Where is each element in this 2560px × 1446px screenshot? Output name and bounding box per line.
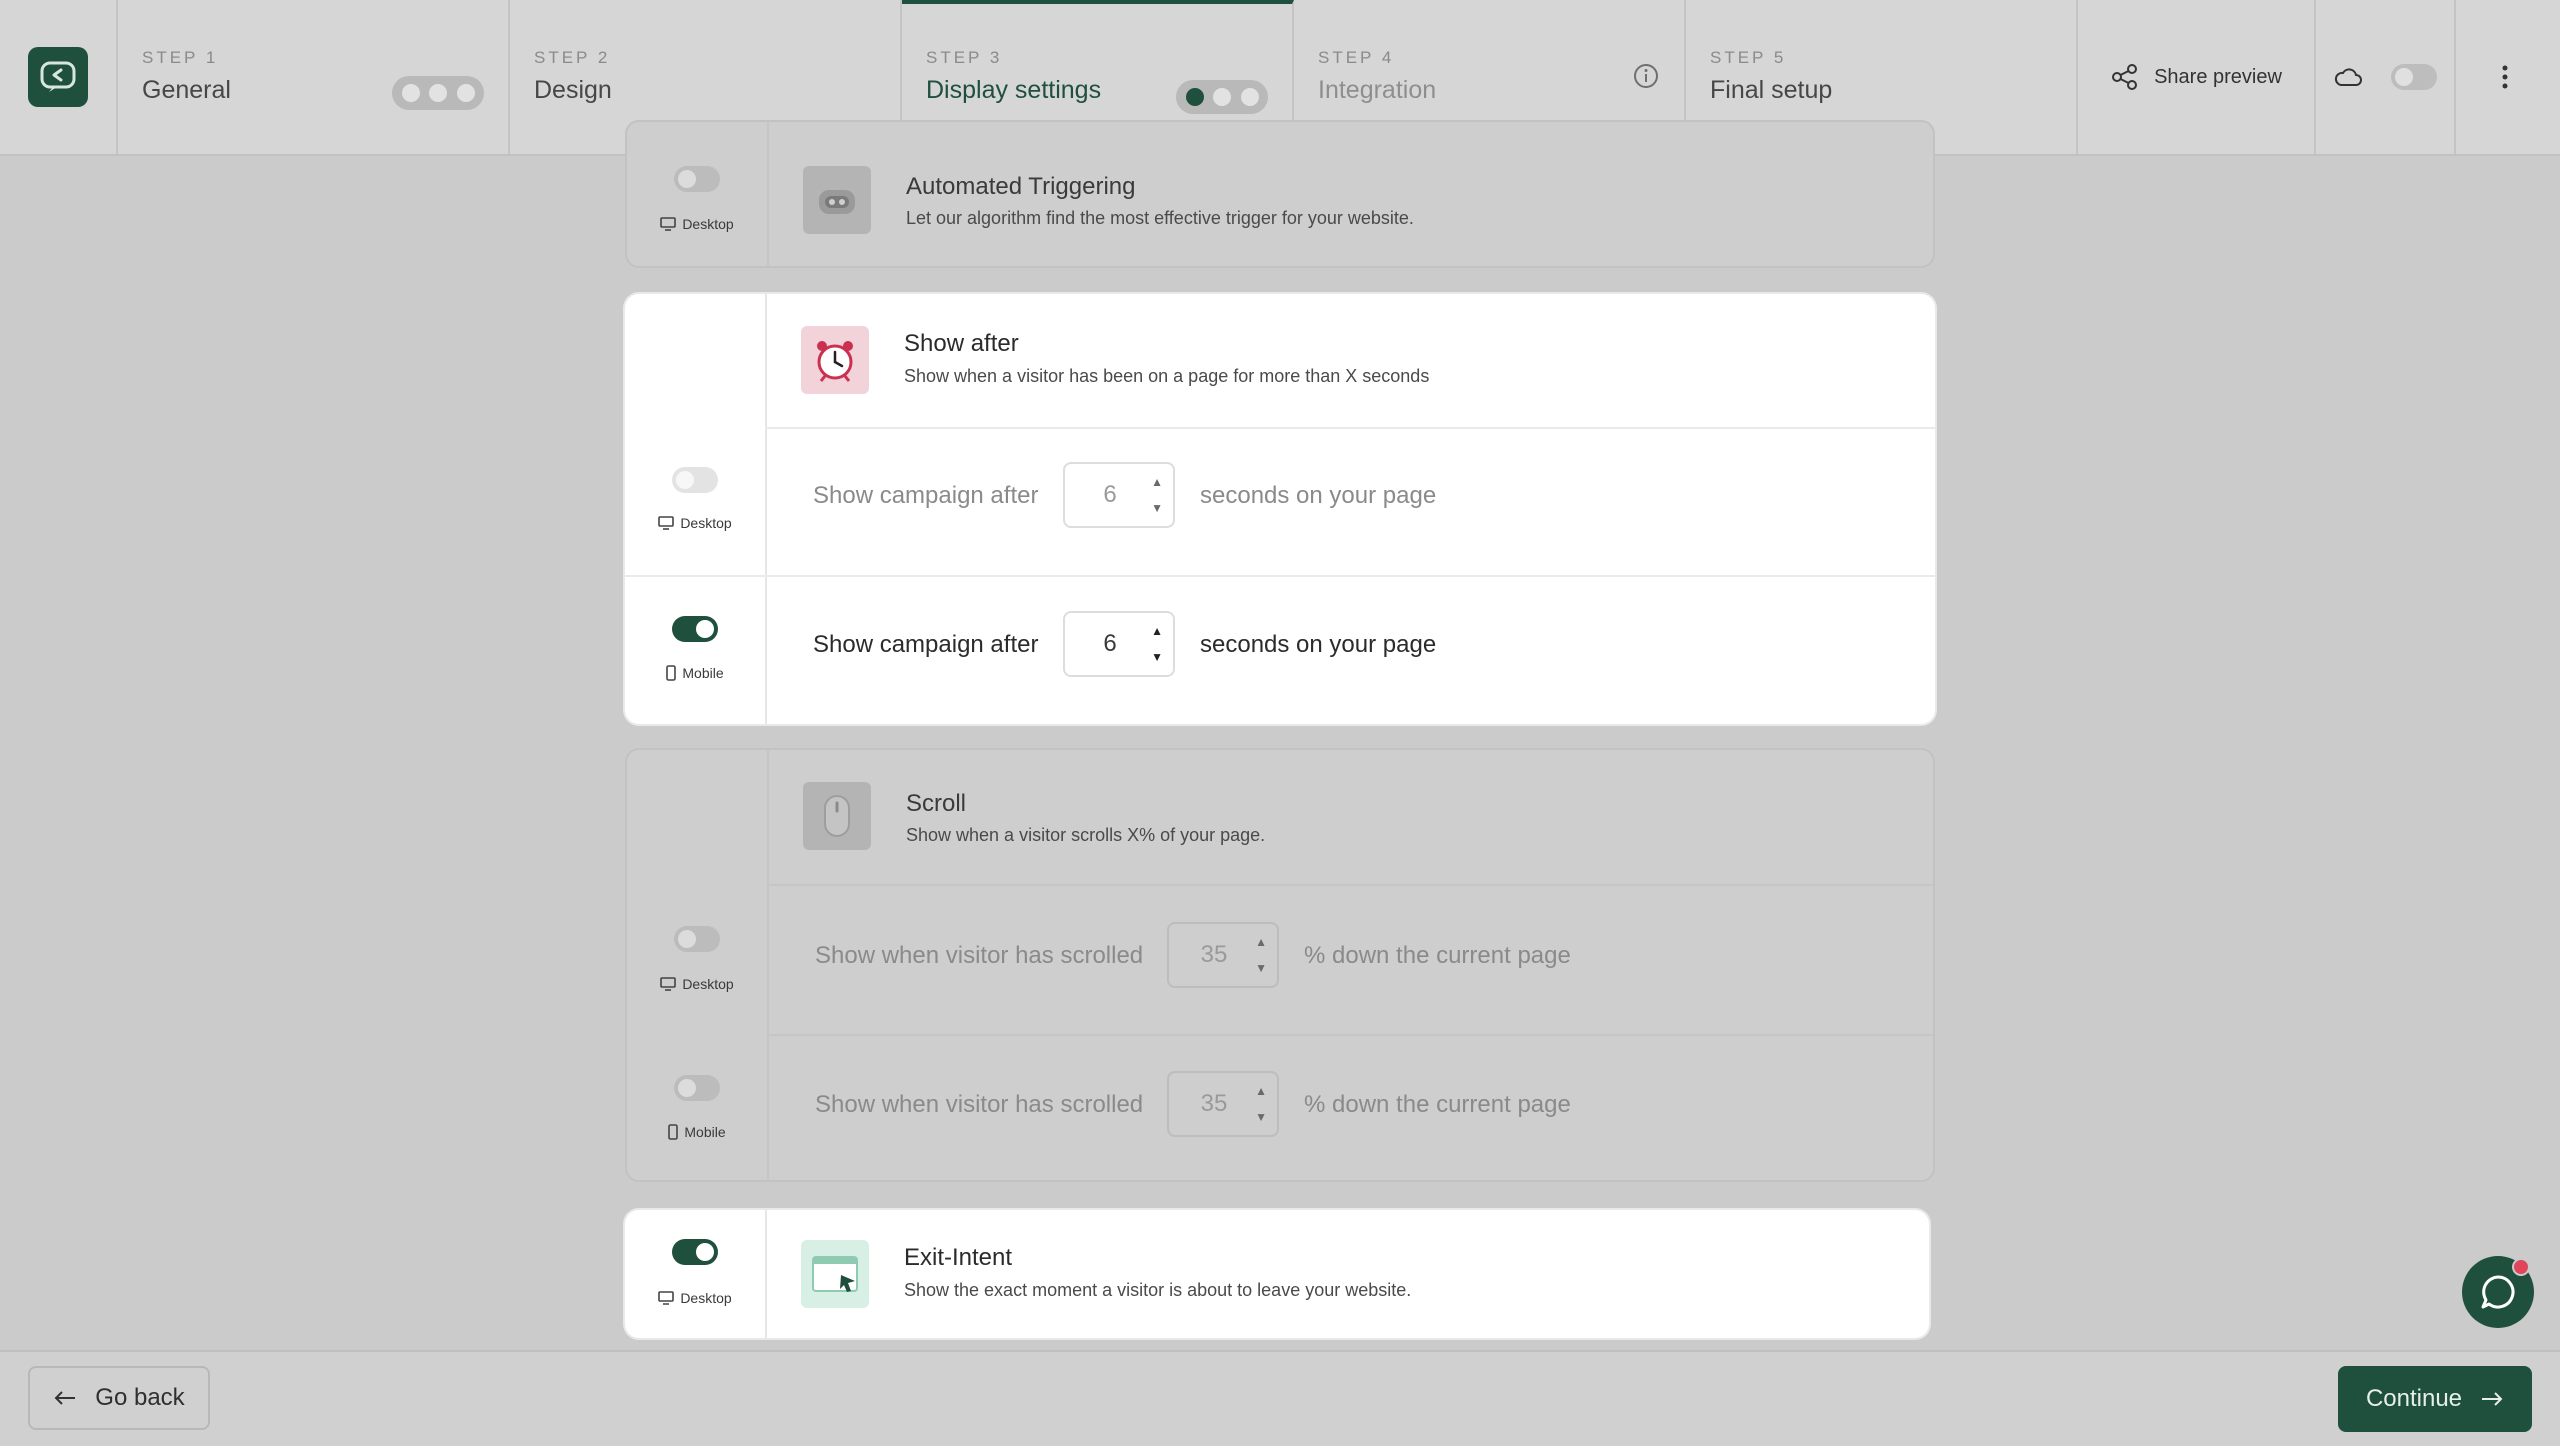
mobile-icon xyxy=(668,1124,679,1140)
stepper-up-icon[interactable]: ▲ xyxy=(1151,624,1163,638)
arrow-left-icon xyxy=(54,1391,76,1405)
step-title: Design xyxy=(534,76,612,104)
card-description: Show the exact moment a visitor is about… xyxy=(904,1280,1412,1300)
desktop-icon xyxy=(660,977,677,991)
scroll-card: Scroll Show when a visitor scrolls X% of… xyxy=(625,748,1935,1182)
scroll-mobile-toggle[interactable] xyxy=(674,1075,720,1101)
desktop-icon xyxy=(658,1291,675,1305)
mobile-scroll-stepper[interactable]: 35 ▲ ▼ xyxy=(1167,1071,1279,1137)
stepper-down-icon[interactable]: ▼ xyxy=(1151,501,1163,515)
device-label-desktop: Desktop xyxy=(625,1290,765,1306)
step-number: STEP 1 xyxy=(142,48,219,67)
step-title: Final setup xyxy=(1710,76,1833,104)
device-label-mobile: Mobile xyxy=(627,1124,767,1140)
stepper-value[interactable]: 6 xyxy=(1065,613,1155,675)
step-progress-dots xyxy=(1176,80,1268,114)
device-label-desktop: Desktop xyxy=(625,515,765,531)
share-preview-label: Share preview xyxy=(2154,65,2282,88)
exit-intent-card: Desktop Exit-Intent Show the exact momen… xyxy=(625,1210,1929,1338)
stepper-value[interactable]: 6 xyxy=(1065,464,1155,526)
card-title: Exit-Intent xyxy=(904,1244,1013,1271)
continue-button[interactable]: Continue xyxy=(2338,1366,2532,1432)
info-icon[interactable] xyxy=(1632,62,1660,90)
logo-cell xyxy=(0,0,118,154)
device-label-desktop: Desktop xyxy=(627,976,767,992)
stepper-down-icon[interactable]: ▼ xyxy=(1255,1110,1267,1124)
device-rail xyxy=(627,122,769,266)
device-rail xyxy=(627,750,769,1180)
device-label-mobile: Mobile xyxy=(625,665,765,681)
card-description: Show when a visitor has been on a page f… xyxy=(904,366,1430,386)
step-number: STEP 2 xyxy=(534,48,611,67)
step-number: STEP 3 xyxy=(926,48,1003,67)
mouse-icon xyxy=(803,782,871,850)
show-after-mobile-toggle[interactable] xyxy=(672,616,718,642)
desktop-seconds-stepper[interactable]: 6 ▲ ▼ xyxy=(1063,462,1175,528)
row-suffix: seconds on your page xyxy=(1200,631,1437,658)
mobile-seconds-stepper[interactable]: 6 ▲ ▼ xyxy=(1063,611,1175,677)
share-icon xyxy=(2112,64,2138,90)
autosave-cell xyxy=(2316,0,2456,154)
more-menu-button[interactable] xyxy=(2456,0,2554,154)
exit-intent-desktop-toggle[interactable] xyxy=(672,1239,718,1265)
more-vertical-icon xyxy=(2502,65,2508,89)
arrow-right-icon xyxy=(2482,1392,2503,1406)
scroll-desktop-toggle[interactable] xyxy=(674,926,720,952)
app-logo[interactable] xyxy=(28,47,88,107)
row-suffix: % down the current page xyxy=(1304,1091,1571,1118)
chat-icon xyxy=(2481,1275,2515,1309)
row-prefix: Show when visitor has scrolled xyxy=(815,1091,1144,1118)
continue-label: Continue xyxy=(2365,1385,2463,1412)
row-suffix: seconds on your page xyxy=(1200,482,1437,509)
logo-chat-icon xyxy=(40,61,76,92)
desktop-scroll-stepper[interactable]: 35 ▲ ▼ xyxy=(1167,922,1279,988)
step-title: Integration xyxy=(1318,76,1437,104)
stepper-down-icon[interactable]: ▼ xyxy=(1255,961,1267,975)
automated-desktop-toggle[interactable] xyxy=(674,166,720,192)
step-progress-dots xyxy=(392,76,484,110)
robot-icon xyxy=(803,166,871,234)
autosave-toggle[interactable] xyxy=(2391,64,2437,90)
step-number: STEP 4 xyxy=(1318,48,1395,67)
row-prefix: Show campaign after xyxy=(813,482,1039,509)
footer-bar: Go back Continue xyxy=(0,1350,2560,1446)
mobile-icon xyxy=(666,665,677,681)
automated-triggering-card: Desktop Automated Triggering Let our alg… xyxy=(625,120,1935,268)
alarm-clock-icon xyxy=(801,326,869,394)
row-prefix: Show campaign after xyxy=(813,631,1039,658)
stepper-up-icon[interactable]: ▲ xyxy=(1151,475,1163,489)
card-description: Let our algorithm find the most effectiv… xyxy=(906,208,1414,228)
desktop-icon xyxy=(660,217,677,231)
desktop-icon xyxy=(658,516,675,530)
notification-badge xyxy=(2512,1258,2530,1276)
step-general[interactable]: STEP 1 General xyxy=(118,0,510,154)
row-prefix: Show when visitor has scrolled xyxy=(815,942,1144,969)
cloud-icon xyxy=(2334,68,2362,86)
device-rail xyxy=(625,1210,767,1338)
card-title: Scroll xyxy=(906,790,967,817)
card-title: Show after xyxy=(904,330,1019,357)
device-rail xyxy=(625,294,767,724)
device-label-desktop: Desktop xyxy=(627,216,767,232)
share-preview-button[interactable]: Share preview xyxy=(2078,0,2316,154)
go-back-button[interactable]: Go back xyxy=(28,1366,210,1430)
stepper-down-icon[interactable]: ▼ xyxy=(1151,650,1163,664)
stepper-up-icon[interactable]: ▲ xyxy=(1255,1084,1267,1098)
chat-support-button[interactable] xyxy=(2462,1256,2534,1328)
show-after-card: Show after Show when a visitor has been … xyxy=(625,294,1935,724)
go-back-label: Go back xyxy=(95,1384,185,1411)
step-number: STEP 5 xyxy=(1710,48,1787,67)
stepper-up-icon[interactable]: ▲ xyxy=(1255,935,1267,949)
stepper-value[interactable]: 35 xyxy=(1169,1073,1259,1135)
card-title: Automated Triggering xyxy=(906,173,1136,200)
stepper-value[interactable]: 35 xyxy=(1169,924,1259,986)
exit-cursor-icon xyxy=(801,1240,869,1308)
row-suffix: % down the current page xyxy=(1304,942,1571,969)
card-description: Show when a visitor scrolls X% of your p… xyxy=(906,825,1266,845)
show-after-desktop-toggle[interactable] xyxy=(672,467,718,493)
